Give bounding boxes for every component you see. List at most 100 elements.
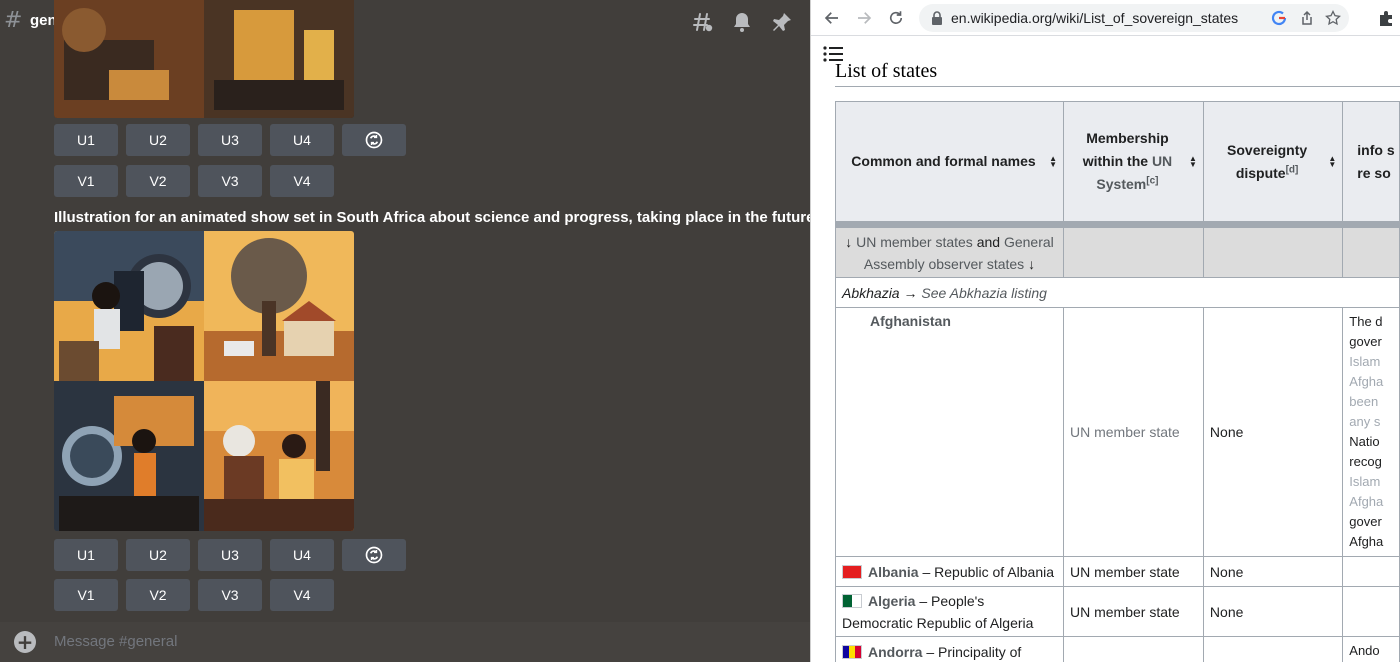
url-text[interactable]: en.wikipedia.org/wiki/List_of_sovereign_… — [951, 10, 1238, 26]
info-line: gover — [1349, 334, 1382, 349]
browser-toolbar: en.wikipedia.org/wiki/List_of_sovereign_… — [811, 0, 1400, 36]
upscale-4-button[interactable]: U4 — [270, 539, 334, 571]
info-line[interactable]: Afgha — [1349, 492, 1393, 512]
forward-icon[interactable] — [853, 7, 875, 29]
sort-icon[interactable]: ▲ ▼ — [1189, 154, 1197, 168]
header-info-label: info s re so — [1357, 141, 1395, 181]
membership-cell — [1062, 636, 1204, 662]
header-membership[interactable]: Membership within the UN System[c] ▲ ▼ — [1062, 101, 1204, 222]
channel-hash-icon: # — [4, 8, 23, 33]
upscale-1-button[interactable]: U1 — [54, 539, 118, 571]
info-cell: The d gover Islam Afgha been any s Natio… — [1342, 307, 1400, 557]
lock-icon — [932, 11, 942, 25]
un-link[interactable]: UN — [1152, 153, 1172, 169]
right-arrow-icon: → — [899, 284, 922, 301]
dispute-cell: None — [1202, 556, 1344, 587]
browser-window: en.wikipedia.org/wiki/List_of_sovereign_… — [810, 0, 1400, 662]
heading-divider — [835, 86, 1400, 87]
country-link-andorra[interactable]: Andorra — [868, 644, 922, 660]
reroll-button-top[interactable] — [342, 124, 406, 156]
info-line[interactable]: Islam — [1349, 472, 1393, 492]
extensions-icon[interactable] — [1377, 9, 1395, 27]
upscale-4-button-top[interactable]: U4 — [270, 124, 334, 156]
back-icon[interactable] — [821, 7, 843, 29]
variation-3-button[interactable]: V3 — [198, 579, 262, 611]
sort-icon[interactable]: ▲ ▼ — [1049, 154, 1057, 168]
info-cell — [1342, 556, 1400, 587]
membership-cell: UN member state — [1062, 586, 1204, 637]
country-link-afghanistan[interactable]: Afghanistan — [870, 313, 951, 329]
country-name-cell: Algeria – People's Democratic Republic o… — [835, 586, 1064, 637]
info-cell: Ando — [1342, 636, 1400, 662]
down-arrow-icon: ↓ — [845, 233, 857, 250]
header-sovereignty-dispute[interactable]: Sovereignty dispute[d] ▲ ▼ — [1202, 101, 1344, 222]
variation-1-button[interactable]: V1 — [54, 579, 118, 611]
system-link[interactable]: System — [1096, 176, 1146, 192]
abkhazia-row: Abkhazia → See Abkhazia listing — [835, 277, 1400, 308]
variation-4-button-top[interactable]: V4 — [270, 165, 334, 197]
bookmark-star-icon[interactable] — [1325, 10, 1341, 26]
info-line: Natio — [1349, 434, 1380, 449]
formal-name: – Republic of Albania — [918, 563, 1055, 580]
table-row: Albania – Republic of Albania UN member … — [835, 556, 1400, 587]
variation-2-button[interactable]: V2 — [126, 579, 190, 611]
info-line: The d — [1349, 314, 1383, 329]
header-common-names-label: Common and formal names — [851, 153, 1036, 169]
generated-image-grid[interactable] — [54, 231, 354, 531]
upscale-3-button[interactable]: U3 — [198, 539, 262, 571]
algeria-flag-icon — [842, 593, 862, 608]
membership-cell: UN member state — [1062, 307, 1204, 557]
country-link-algeria[interactable]: Algeria — [868, 593, 915, 609]
down-arrow-icon: ↓ — [1024, 255, 1036, 272]
footnote-d[interactable]: [d] — [1286, 164, 1299, 175]
add-attachment-icon[interactable]: + — [14, 631, 36, 653]
abkhazia-listing-link[interactable]: See Abkhazia listing — [921, 285, 1047, 301]
country-name-cell: Albania – Republic of Albania — [835, 556, 1064, 587]
country-link-albania[interactable]: Albania — [868, 564, 919, 580]
un-member-states-link[interactable]: UN member states — [856, 234, 973, 250]
address-bar[interactable]: en.wikipedia.org/wiki/List_of_sovereign_… — [919, 4, 1349, 32]
variation-4-button[interactable]: V4 — [270, 579, 334, 611]
refresh-icon — [365, 131, 383, 149]
table-row: Andorra – Principality of Ando — [835, 636, 1400, 662]
variation-1-button-top[interactable]: V1 — [54, 165, 118, 197]
table-header-row: Common and formal names ▲ ▼ Membership wi… — [835, 101, 1400, 222]
info-line[interactable]: Afgha — [1349, 372, 1393, 392]
andorra-flag-icon — [842, 644, 862, 659]
dispute-cell: None — [1202, 307, 1344, 557]
upscale-1-button-top[interactable]: U1 — [54, 124, 118, 156]
formal-name: – Principality of — [922, 643, 1022, 660]
pin-icon[interactable] — [770, 10, 794, 34]
reload-icon[interactable] — [885, 7, 907, 29]
refresh-icon — [365, 546, 383, 564]
share-icon[interactable] — [1299, 10, 1315, 26]
info-line[interactable]: been — [1349, 392, 1393, 412]
message-prompt-text: Illustration for an animated show set in… — [54, 209, 810, 226]
abkhazia-name: Abkhazia — [842, 284, 900, 301]
message-input-bar[interactable]: + Message #general — [0, 622, 810, 662]
group-cell — [1342, 227, 1400, 278]
group-cell — [1202, 227, 1344, 278]
footnote-c[interactable]: [c] — [1146, 175, 1158, 186]
message-input-placeholder[interactable]: Message #general — [54, 633, 177, 650]
info-line[interactable]: any s — [1349, 412, 1393, 432]
bell-icon[interactable] — [730, 10, 754, 34]
dispute-cell: None — [1202, 586, 1344, 637]
header-info[interactable]: info s re so — [1342, 101, 1400, 222]
variation-2-button-top[interactable]: V2 — [126, 165, 190, 197]
upscale-2-button-top[interactable]: U2 — [126, 124, 190, 156]
reroll-button[interactable] — [342, 539, 406, 571]
header-common-names[interactable]: Common and formal names ▲ ▼ — [835, 101, 1064, 222]
group-row: ↓ UN member states and General Assembly … — [835, 227, 1400, 278]
google-lens-icon[interactable] — [1271, 10, 1287, 26]
group-label-cell: ↓ UN member states and General Assembly … — [835, 227, 1064, 278]
info-line[interactable]: Islam — [1349, 352, 1393, 372]
sort-icon[interactable]: ▲ ▼ — [1328, 154, 1336, 168]
threads-icon[interactable] — [690, 10, 714, 34]
upscale-2-button[interactable]: U2 — [126, 539, 190, 571]
variation-3-button-top[interactable]: V3 — [198, 165, 262, 197]
section-heading: List of states — [835, 60, 938, 82]
previous-image-grid[interactable] — [54, 0, 354, 118]
upscale-3-button-top[interactable]: U3 — [198, 124, 262, 156]
info-line: Afgha — [1349, 534, 1384, 549]
